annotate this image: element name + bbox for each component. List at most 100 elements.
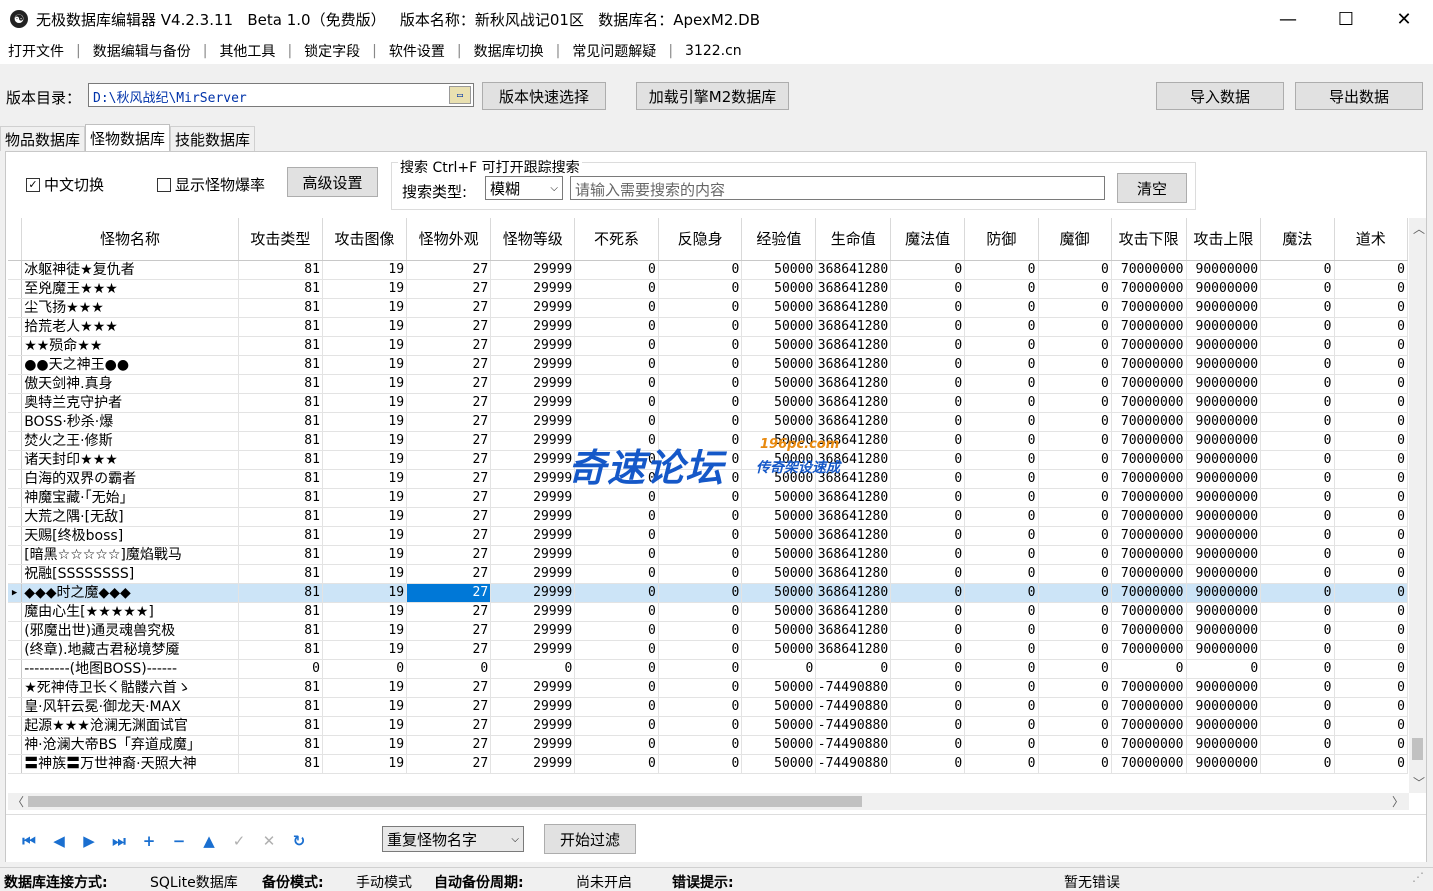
table-cell[interactable]: 0	[1038, 431, 1112, 451]
table-cell[interactable]: 0	[574, 678, 659, 698]
table-cell[interactable]: 368641280	[815, 602, 892, 622]
table-cell[interactable]: 0	[964, 602, 1039, 622]
table-cell[interactable]: 81	[238, 697, 323, 717]
table-cell[interactable]: 0	[1038, 412, 1112, 432]
table-cell[interactable]: 29999	[490, 279, 576, 299]
table-cell[interactable]: 0	[658, 640, 743, 660]
table-cell[interactable]: 0	[574, 697, 659, 717]
table-cell[interactable]: 19	[322, 507, 408, 527]
table-cell[interactable]: 0	[1334, 431, 1408, 451]
table-cell[interactable]: 0	[658, 279, 743, 299]
table-cell[interactable]: 0	[1334, 564, 1408, 584]
table-cell[interactable]: 90000000	[1186, 412, 1262, 432]
table-row[interactable]: ★死神侍卫长く骷髅六首ゝ 81 19 27 29999 0 0 50000 -74490880 0…	[8, 678, 1408, 698]
table-cell[interactable]: 50000	[741, 317, 817, 337]
table-cell[interactable]: 0	[964, 355, 1039, 375]
row-header[interactable]	[8, 317, 23, 337]
table-cell[interactable]: 50000	[741, 374, 817, 394]
table-cell[interactable]: 50000	[741, 431, 817, 451]
advanced-settings-button[interactable]: 高级设置	[287, 167, 378, 197]
column-header[interactable]: 魔法	[1260, 218, 1335, 261]
table-cell[interactable]: 70000000	[1111, 355, 1187, 375]
row-header[interactable]	[8, 469, 23, 489]
table-cell[interactable]: 90000000	[1186, 564, 1262, 584]
table-cell[interactable]: 0	[1334, 355, 1408, 375]
table-cell[interactable]: 50000	[741, 526, 817, 546]
table-cell[interactable]: 90000000	[1186, 716, 1262, 736]
table-cell[interactable]: 0	[890, 640, 966, 660]
table-cell[interactable]: ★★殒命★★	[21, 336, 239, 356]
table-cell[interactable]: 90000000	[1186, 450, 1262, 470]
table-cell[interactable]: 0	[1038, 678, 1112, 698]
table-cell[interactable]: 0	[406, 659, 492, 679]
table-cell[interactable]: 0	[1260, 621, 1335, 641]
table-cell[interactable]: 0	[1260, 640, 1335, 660]
table-cell[interactable]: 27	[406, 507, 492, 527]
table-cell[interactable]: 0	[964, 564, 1039, 584]
table-cell[interactable]: 0	[890, 431, 966, 451]
column-header[interactable]: 魔御	[1038, 218, 1112, 261]
table-cell[interactable]: 0	[658, 507, 743, 527]
column-header[interactable]: 生命值	[815, 218, 892, 261]
table-cell[interactable]: 29999	[490, 260, 576, 280]
table-cell[interactable]: 拾荒老人★★★	[21, 317, 239, 337]
table-cell[interactable]: [暗黑☆☆☆☆☆]魔焰戰马	[21, 545, 239, 565]
search-input[interactable]: 请输入需要搜索的内容	[570, 176, 1105, 200]
table-cell[interactable]: 50000	[741, 602, 817, 622]
table-cell[interactable]: 0	[658, 735, 743, 755]
first-icon[interactable]: ⏮	[20, 832, 38, 850]
table-cell[interactable]: 0	[1038, 564, 1112, 584]
table-cell[interactable]: 0	[1334, 393, 1408, 413]
table-cell[interactable]: 70000000	[1111, 621, 1187, 641]
table-cell[interactable]: 50000	[741, 393, 817, 413]
table-cell[interactable]: 29999	[490, 374, 576, 394]
table-cell[interactable]: 81	[238, 507, 323, 527]
table-row[interactable]: 尘飞扬★★★ 81 19 27 29999 0 0 50000 368641280 0 0 0 7000…	[8, 298, 1408, 318]
table-cell[interactable]: 29999	[490, 526, 576, 546]
table-cell[interactable]: 0	[1260, 545, 1335, 565]
scroll-right-icon[interactable]: 〉	[1392, 793, 1404, 810]
table-cell[interactable]: 0	[1334, 507, 1408, 527]
table-cell[interactable]: 19	[322, 621, 408, 641]
table-cell[interactable]: 368641280	[815, 260, 892, 280]
table-cell[interactable]: 0	[1260, 488, 1335, 508]
table-cell[interactable]: 0	[658, 336, 743, 356]
table-row[interactable]: 焚火之王·修斯 81 19 27 29999 0 0 50000 368641280 0 0 0 700…	[8, 431, 1408, 451]
table-cell[interactable]: 0	[1334, 279, 1408, 299]
column-header[interactable]: 怪物名称	[21, 218, 239, 261]
table-cell[interactable]: 29999	[490, 355, 576, 375]
table-cell[interactable]: 0	[1260, 716, 1335, 736]
table-row[interactable]: 魔由心生[★★★★★] 81 19 27 29999 0 0 50000 368641280 0 0…	[8, 602, 1408, 622]
scroll-up-icon[interactable]: ︿	[1413, 220, 1425, 237]
table-cell[interactable]: BOSS·秒杀·爆	[21, 412, 239, 432]
table-row[interactable]: (终章).地藏古君秘境梦魇 81 19 27 29999 0 0 50000 368641280…	[8, 640, 1408, 660]
table-cell[interactable]: 0	[890, 526, 966, 546]
table-cell[interactable]: 0	[574, 621, 659, 641]
table-cell[interactable]: 皇·风轩云冕·御龙天·MAX	[21, 697, 239, 717]
table-cell[interactable]: 0	[1038, 545, 1112, 565]
table-cell[interactable]: 0	[658, 583, 743, 603]
row-header[interactable]	[8, 374, 23, 394]
table-cell[interactable]: 29999	[490, 469, 576, 489]
table-cell[interactable]: 29999	[490, 564, 576, 584]
cancel-icon[interactable]: ✕	[260, 832, 278, 850]
table-cell[interactable]: 27	[406, 602, 492, 622]
table-cell[interactable]: 0	[1260, 412, 1335, 432]
column-header[interactable]: 不死系	[574, 218, 659, 261]
table-cell[interactable]: 0	[1260, 735, 1335, 755]
table-cell[interactable]: 0	[1038, 754, 1112, 774]
table-cell[interactable]: 0	[574, 507, 659, 527]
table-cell[interactable]: 81	[238, 488, 323, 508]
folder-icon[interactable]: ▭	[449, 86, 471, 104]
table-row[interactable]: [暗黑☆☆☆☆☆]魔焰戰马 81 19 27 29999 0 0 50000 368641280…	[8, 545, 1408, 565]
table-cell[interactable]: 0	[890, 450, 966, 470]
table-cell[interactable]: 90000000	[1186, 355, 1262, 375]
table-cell[interactable]: 0	[1334, 298, 1408, 318]
horizontal-scrollbar[interactable]: 〈 〉	[8, 793, 1409, 810]
table-cell[interactable]: 19	[322, 583, 408, 603]
table-cell[interactable]: 0	[658, 450, 743, 470]
table-cell[interactable]: 70000000	[1111, 583, 1187, 603]
table-cell[interactable]: 0	[890, 393, 966, 413]
table-cell[interactable]: 0	[658, 678, 743, 698]
table-cell[interactable]: 0	[964, 336, 1039, 356]
